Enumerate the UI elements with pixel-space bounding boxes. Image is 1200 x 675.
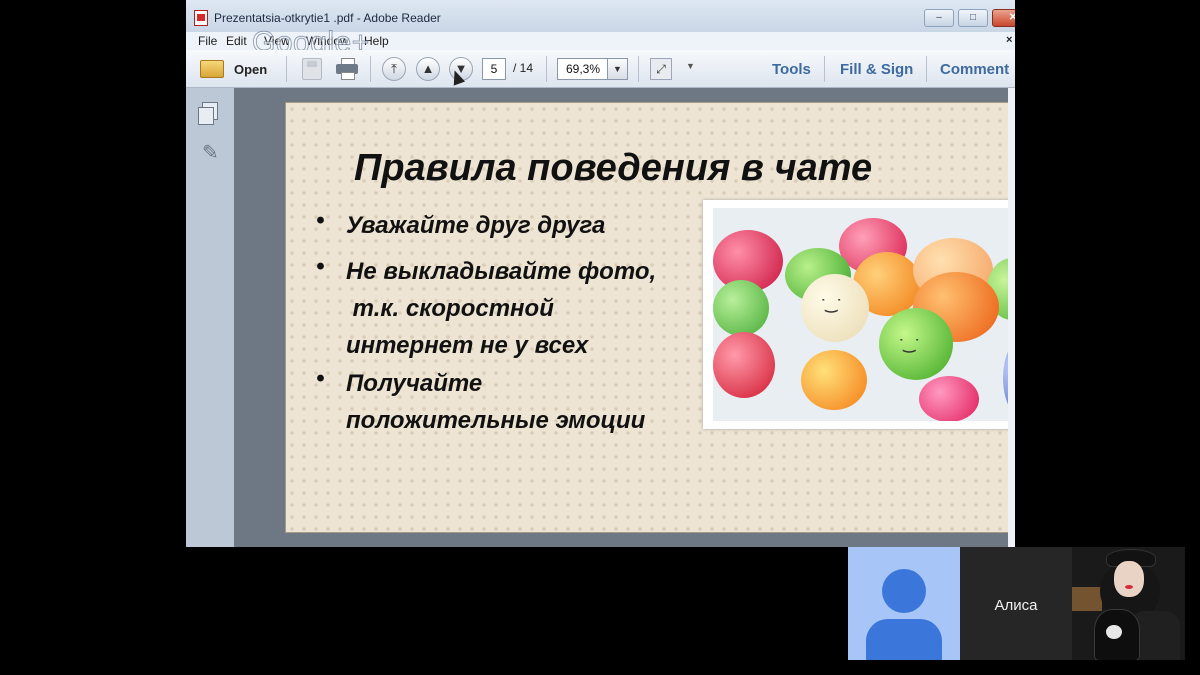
bullet-line: Не выкладывайте фото, — [346, 258, 657, 285]
maximize-icon: □ — [969, 12, 977, 23]
bullet-dot: • — [316, 365, 325, 392]
bullet-text: Получайте положительные эмоции — [346, 365, 645, 439]
bullet-line: Получайте — [346, 370, 483, 397]
close-document-icon[interactable]: × — [1006, 34, 1012, 46]
participant-video-tile[interactable] — [1072, 547, 1185, 660]
open-label: Open — [234, 62, 268, 77]
ball: ˙‿˙ — [801, 274, 869, 342]
pdf-file-icon — [194, 10, 208, 26]
photo-content: ˙‿˙ ˙‿˙ — [713, 208, 1015, 421]
participant-name-tile[interactable]: Алиса — [960, 547, 1072, 660]
toolbar-divider — [546, 56, 547, 82]
attachment-icon[interactable]: ✎ — [202, 140, 219, 165]
navigation-panel: ✎ — [186, 88, 235, 547]
cat-chest — [1106, 625, 1122, 639]
lips — [1125, 585, 1133, 589]
folder-icon — [200, 60, 224, 78]
ball — [801, 350, 867, 410]
toolbar-options-icon[interactable]: ▼ — [686, 61, 695, 71]
pages-panel-icon[interactable] — [198, 102, 218, 125]
bullet-line: положительные эмоции — [346, 407, 646, 434]
bullet-text: Уважайте друг друга — [346, 207, 605, 244]
toolbar: Open ⤒ ▲ ▼ 5 / 14 69,3% ▼ ⤢ ▼ Tools Fill… — [186, 50, 1015, 88]
minimize-icon: – — [936, 12, 942, 23]
print-icon[interactable] — [336, 58, 358, 80]
bullet-text: Не выкладывайте фото, т.к. скоростной ин… — [346, 253, 656, 364]
menu-file[interactable]: File — [198, 34, 217, 48]
page-total: / 14 — [513, 61, 534, 75]
slide-page: Правила поведения в чате • Уважайте друг… — [286, 103, 1015, 532]
toolbar-divider — [638, 56, 639, 82]
bullet-dot: • — [316, 253, 325, 280]
window-title: Prezentatsia-otkrytie1 .pdf - Adobe Read… — [214, 11, 441, 25]
slide-title: Правила поведения в чате — [354, 147, 873, 189]
ball — [919, 376, 979, 421]
document-area[interactable]: Правила поведения в чате • Уважайте друг… — [234, 88, 1015, 547]
ball — [713, 332, 775, 398]
background-light — [1072, 587, 1102, 611]
bullet-dot: • — [316, 207, 325, 234]
ball: ˙‿˙ — [879, 308, 953, 380]
adobe-reader-window: Prezentatsia-otkrytie1 .pdf - Adobe Read… — [186, 0, 1015, 547]
toolbar-divider — [824, 56, 825, 82]
ball — [713, 280, 769, 336]
avatar-icon — [882, 569, 926, 613]
fit-page-icon[interactable]: ⤢ — [650, 58, 672, 80]
vertical-scrollbar[interactable] — [1008, 88, 1015, 547]
page-number-input[interactable]: 5 — [482, 58, 506, 80]
face — [1114, 561, 1144, 597]
maximize-button[interactable]: □ — [958, 9, 988, 27]
tab-comment[interactable]: Comment — [940, 61, 1009, 78]
bullet-line: интернет не у всех — [346, 332, 589, 359]
previous-page-icon[interactable]: ▲ — [416, 57, 440, 81]
participant-avatar-tile[interactable] — [848, 547, 960, 660]
bullet-line: Уважайте друг друга — [346, 212, 606, 239]
tab-fill-sign[interactable]: Fill & Sign — [840, 61, 913, 78]
close-icon: ✕ — [1008, 12, 1015, 23]
smiley-balls-photo: ˙‿˙ ˙‿˙ — [703, 200, 1015, 429]
close-button[interactable]: ✕ — [992, 9, 1015, 27]
toolbar-divider — [926, 56, 927, 82]
toolbar-divider — [286, 56, 287, 82]
save-icon[interactable] — [302, 58, 322, 80]
zoom-dropdown-icon[interactable]: ▼ — [607, 58, 628, 80]
tab-tools[interactable]: Tools — [772, 61, 811, 78]
first-page-icon[interactable]: ⤒ — [382, 57, 406, 81]
menu-edit[interactable]: Edit — [226, 34, 247, 48]
avatar-body — [866, 619, 942, 660]
minimize-button[interactable]: – — [924, 9, 954, 27]
participant-name: Алиса — [994, 597, 1038, 614]
bullet-line: т.к. скоростной — [346, 295, 554, 322]
toolbar-divider — [370, 56, 371, 82]
